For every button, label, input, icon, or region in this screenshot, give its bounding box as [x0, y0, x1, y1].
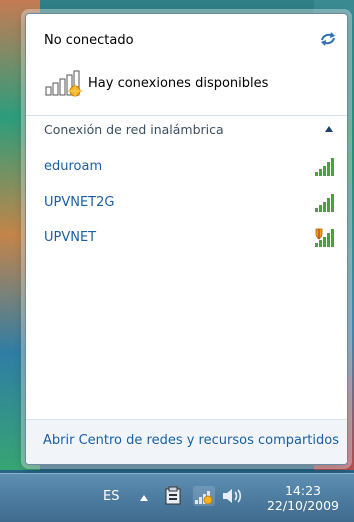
taskbar: ES 14:23 22/10/2009	[0, 473, 354, 522]
connection-status-title: No conectado	[44, 33, 134, 48]
wifi-signal-icon	[315, 158, 334, 176]
flyout-footer: Abrir Centro de redes y recursos compart…	[26, 419, 347, 464]
network-item-eduroam[interactable]: eduroam	[26, 155, 347, 183]
network-item-upvnet[interactable]: UPVNET	[26, 226, 347, 254]
network-flyout: No conectado Hay conexiones disponibles …	[25, 13, 348, 465]
wireless-section-title: Conexión de red inalámbrica	[44, 122, 224, 137]
show-hidden-icons-icon[interactable]	[139, 493, 149, 503]
shield-icon	[315, 228, 323, 240]
network-available-icon	[45, 70, 82, 97]
network-tray-icon[interactable]	[193, 486, 215, 506]
language-indicator[interactable]: ES	[103, 489, 119, 504]
network-item-upvnet2g[interactable]: UPVNET2G	[26, 191, 347, 219]
wifi-signal-icon	[315, 194, 334, 212]
wifi-signal-icon	[315, 228, 334, 247]
volume-icon[interactable]	[220, 486, 244, 506]
clock-time: 14:23	[284, 483, 322, 498]
network-name: UPVNET	[44, 230, 97, 245]
clock[interactable]: 14:23 22/10/2009	[258, 483, 348, 514]
network-name: UPVNET2G	[44, 195, 115, 210]
action-center-icon[interactable]	[164, 486, 182, 506]
flyout-header: No conectado Hay conexiones disponibles	[26, 14, 347, 115]
network-name: eduroam	[44, 159, 103, 174]
connections-available-text: Hay conexiones disponibles	[88, 76, 269, 91]
refresh-icon[interactable]	[319, 31, 337, 47]
header-divider	[26, 115, 347, 116]
clock-date: 22/10/2009	[266, 498, 340, 513]
chevron-up-icon[interactable]	[324, 125, 334, 133]
open-network-center-link[interactable]: Abrir Centro de redes y recursos compart…	[43, 433, 339, 448]
